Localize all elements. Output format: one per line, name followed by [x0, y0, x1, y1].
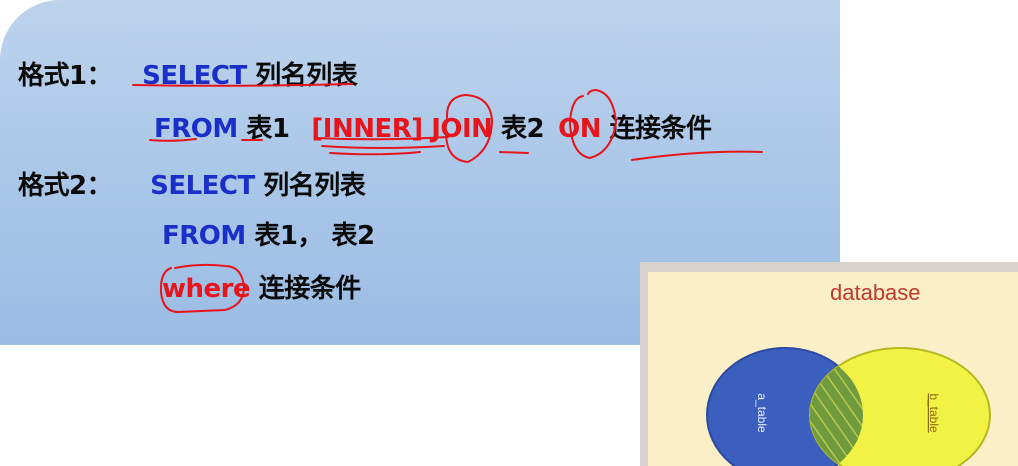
format1-table1: 表1	[246, 114, 290, 144]
format1-line2: FROM 表1 [INNER] JOIN 表2 ON 连接条件	[154, 108, 712, 145]
format1-label: 格式1：	[18, 61, 113, 91]
format1-from-keyword: FROM	[154, 114, 238, 144]
format1-inner-join-keyword: [INNER] JOIN	[311, 114, 493, 144]
venn-diagram: a_table b_table	[706, 347, 991, 466]
format1-line1: 格式1： SELECT 列名列表	[18, 55, 358, 92]
format2-line3: where 连接条件	[162, 268, 361, 305]
format2-condition: 连接条件	[258, 274, 362, 304]
right-set-label: b_table	[927, 393, 941, 433]
diagram-title: database	[830, 280, 921, 305]
format2-from-keyword: FROM	[162, 221, 246, 251]
format1-on-keyword: ON	[558, 114, 601, 144]
format2-line1: 格式2： SELECT 列名列表	[18, 165, 366, 202]
format2-select-keyword: SELECT	[150, 171, 255, 201]
format2-columns: 列名列表	[263, 171, 366, 201]
format1-select-keyword: SELECT	[142, 61, 247, 91]
format1-condition: 连接条件	[609, 114, 713, 144]
format2-where-keyword: where	[162, 274, 251, 304]
format2-tables: 表1， 表2	[254, 221, 375, 251]
format1-columns: 列名列表	[255, 61, 358, 91]
format2-label: 格式2：	[18, 171, 113, 201]
left-set-label: a_table	[755, 393, 769, 433]
format2-line2: FROM 表1， 表2	[162, 215, 375, 252]
format1-table2: 表2	[501, 114, 545, 144]
